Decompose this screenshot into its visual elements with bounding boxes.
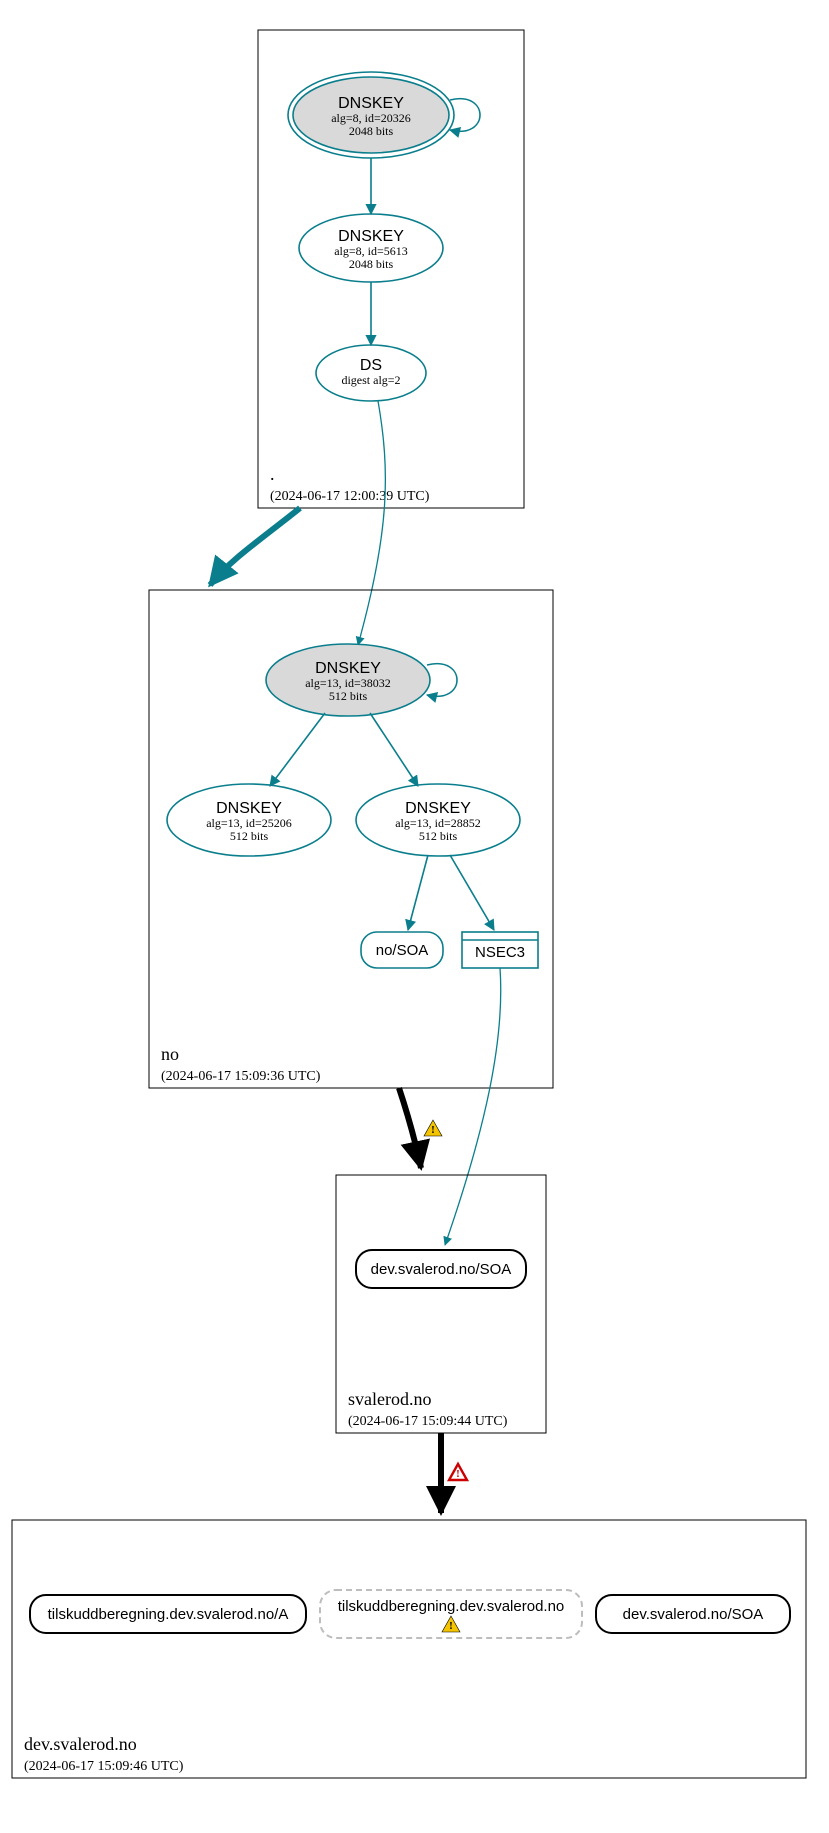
zone-dev: dev.svalerod.no (2024-06-17 15:09:46 UTC…: [12, 1520, 806, 1778]
dnssec-graph: . (2024-06-17 12:00:39 UTC) DNSKEY alg=8…: [0, 0, 829, 1833]
svg-text:no/SOA: no/SOA: [376, 942, 429, 959]
svg-text:512 bits: 512 bits: [329, 689, 368, 703]
node-svalerod-soa: dev.svalerod.no/SOA: [356, 1250, 526, 1288]
zone-dev-label: dev.svalerod.no: [24, 1734, 137, 1754]
svg-text:DNSKEY: DNSKEY: [315, 660, 381, 677]
svg-text:2048 bits: 2048 bits: [349, 124, 394, 138]
svg-text:dev.svalerod.no/SOA: dev.svalerod.no/SOA: [623, 1606, 764, 1623]
edge-no-zsk2-nsec3: [450, 855, 494, 930]
edge-root-ds-to-no-ksk: [358, 401, 385, 645]
warning-icon: !: [442, 1616, 460, 1632]
svg-text:DNSKEY: DNSKEY: [338, 95, 404, 112]
svg-text:alg=13, id=28852: alg=13, id=28852: [395, 816, 481, 830]
node-no-soa: no/SOA: [361, 932, 443, 968]
svg-text:dev.svalerod.no/SOA: dev.svalerod.no/SOA: [371, 1261, 512, 1278]
svg-text:alg=13, id=38032: alg=13, id=38032: [305, 676, 391, 690]
svg-text:512 bits: 512 bits: [419, 829, 458, 843]
error-icon: !: [449, 1464, 467, 1480]
svg-text:tilskuddberegning.dev.svalerod: tilskuddberegning.dev.svalerod.no/A: [48, 1606, 289, 1623]
node-root-zsk: DNSKEY alg=8, id=5613 2048 bits: [299, 214, 443, 282]
zone-dev-timestamp: (2024-06-17 15:09:46 UTC): [24, 1759, 184, 1774]
zone-no-timestamp: (2024-06-17 15:09:36 UTC): [161, 1069, 321, 1084]
svg-text:2048 bits: 2048 bits: [349, 257, 394, 271]
node-dev-name: tilskuddberegning.dev.svalerod.no !: [320, 1590, 582, 1638]
zone-root-timestamp: (2024-06-17 12:00:39 UTC): [270, 489, 430, 504]
node-no-ksk: DNSKEY alg=13, id=38032 512 bits: [266, 644, 430, 716]
node-dev-a: tilskuddberegning.dev.svalerod.no/A: [30, 1595, 306, 1633]
node-root-ksk: DNSKEY alg=8, id=20326 2048 bits: [288, 72, 454, 158]
warning-icon: !: [424, 1120, 442, 1136]
zone-svalerod-timestamp: (2024-06-17 15:09:44 UTC): [348, 1414, 508, 1429]
edge-no-ksk-zsk2: [370, 713, 418, 786]
zone-root-label: .: [270, 464, 275, 484]
zone-svalerod: svalerod.no (2024-06-17 15:09:44 UTC) de…: [336, 1175, 546, 1433]
edge-no-ksk-zsk1: [270, 713, 325, 786]
svg-text:NSEC3: NSEC3: [475, 944, 525, 961]
svg-text:!: !: [449, 1620, 453, 1632]
zone-no: no (2024-06-17 15:09:36 UTC) DNSKEY alg=…: [149, 590, 553, 1088]
node-dev-soa: dev.svalerod.no/SOA: [596, 1595, 790, 1633]
node-no-zsk1: DNSKEY alg=13, id=25206 512 bits: [167, 784, 331, 856]
svg-text:!: !: [431, 1124, 435, 1136]
edge-root-to-no-delegation: [210, 508, 300, 585]
svg-text:DNSKEY: DNSKEY: [338, 228, 404, 245]
svg-text:512 bits: 512 bits: [230, 829, 269, 843]
svg-text:alg=8, id=5613: alg=8, id=5613: [334, 244, 408, 258]
zone-root: . (2024-06-17 12:00:39 UTC) DNSKEY alg=8…: [258, 30, 524, 508]
node-no-zsk2: DNSKEY alg=13, id=28852 512 bits: [356, 784, 520, 856]
zone-no-label: no: [161, 1044, 179, 1064]
node-root-ds: DS digest alg=2: [316, 345, 426, 401]
svg-text:alg=13, id=25206: alg=13, id=25206: [206, 816, 292, 830]
svg-text:DNSKEY: DNSKEY: [405, 800, 471, 817]
svg-text:alg=8, id=20326: alg=8, id=20326: [331, 111, 411, 125]
edge-no-to-svalerod-delegation: [399, 1088, 421, 1168]
edge-no-ksk-self: [427, 664, 457, 697]
node-no-nsec3: NSEC3: [462, 932, 538, 968]
edge-no-zsk2-soa: [408, 855, 428, 930]
svg-text:tilskuddberegning.dev.svalerod: tilskuddberegning.dev.svalerod.no: [338, 1598, 565, 1615]
svg-text:DNSKEY: DNSKEY: [216, 800, 282, 817]
edge-nsec3-to-svalerod-soa: [445, 968, 501, 1245]
svg-text:digest alg=2: digest alg=2: [341, 373, 400, 387]
zone-svalerod-label: svalerod.no: [348, 1389, 431, 1409]
svg-text:!: !: [456, 1468, 460, 1480]
svg-text:DS: DS: [360, 357, 382, 374]
